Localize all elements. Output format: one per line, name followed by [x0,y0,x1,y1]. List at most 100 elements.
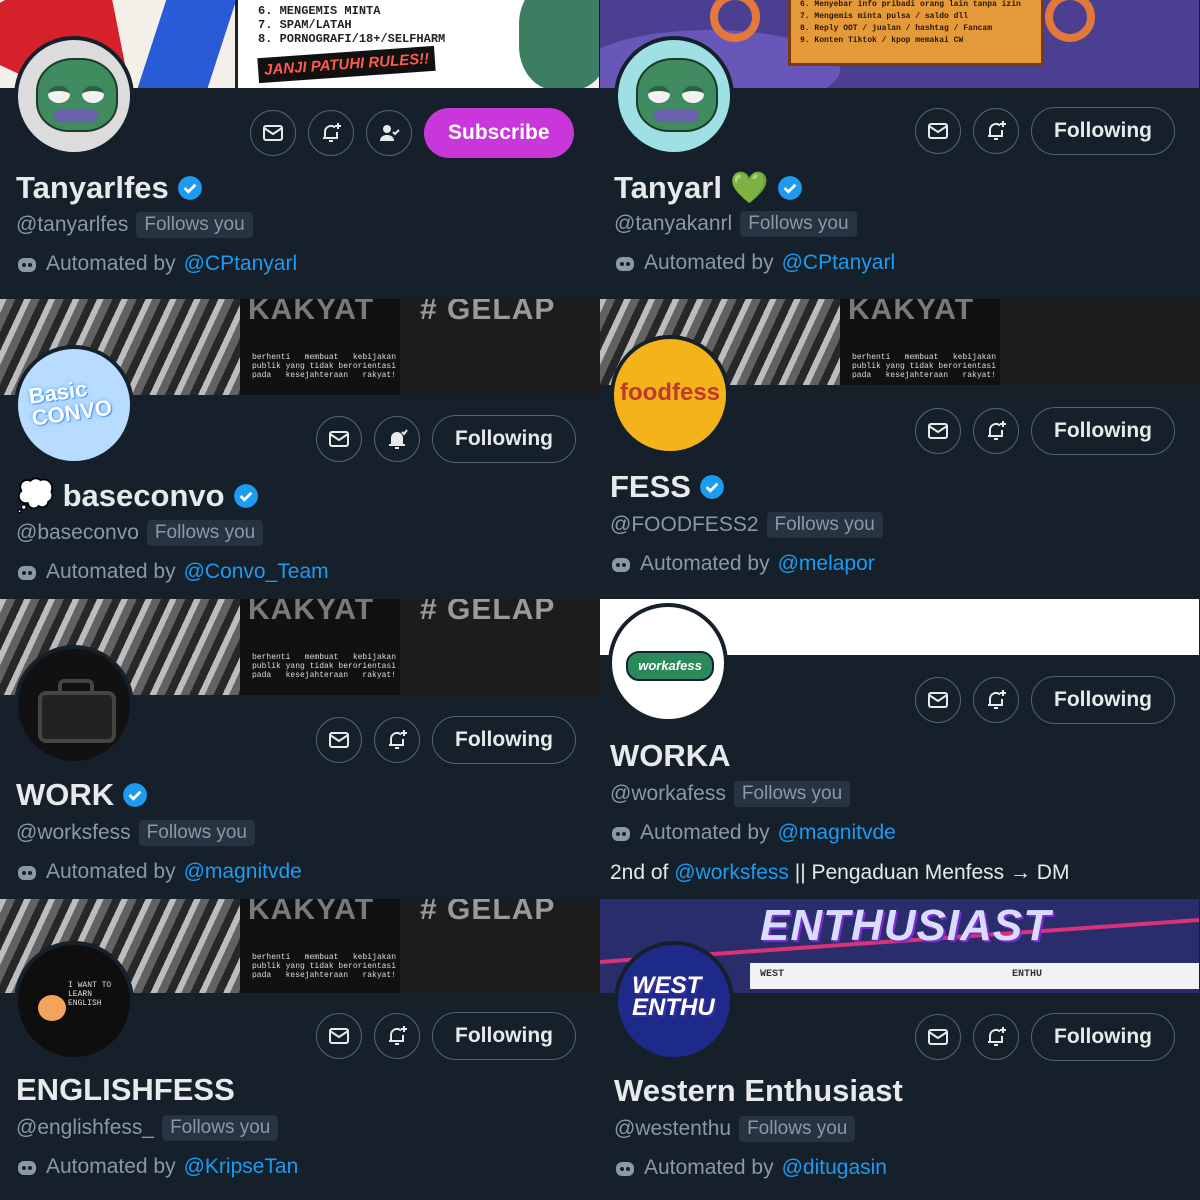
display-name: Western Enthusiast [614,1073,903,1108]
following-button[interactable]: Following [1031,1013,1175,1061]
profile-actions: Following [915,407,1175,455]
bot-icon [612,827,630,841]
profile-actions: Following [915,1013,1175,1061]
mail-icon [928,123,948,139]
profile-actions: Following [316,415,576,463]
bot-icon [18,866,36,880]
avatar[interactable]: foodfess [610,335,730,455]
automated-label: Automated by @CPtanyarl [16,252,297,276]
message-button[interactable] [316,416,362,462]
display-name: WORK [16,777,148,813]
following-button[interactable]: Following [432,415,576,463]
notifications-button[interactable] [973,408,1019,454]
message-button[interactable] [316,717,362,763]
message-button[interactable] [250,110,296,156]
notifications-button[interactable] [374,416,420,462]
bot-icon [616,1162,634,1176]
mail-icon [329,431,349,447]
verified-badge-icon [123,783,148,807]
avatar[interactable]: Basic CONVO [14,345,134,465]
profile-card-western-enthusiast: ENTHUSIAST WEST ENTHU WEST ENTHU Followi… [600,899,1199,1200]
mail-icon [263,125,283,141]
profile-card-work: KAKYAT # GELAP berhenti membuat kebijaka… [0,599,599,898]
automated-label: Automated by @magnitvde [16,860,302,884]
automated-by-link[interactable]: @ditugasin [782,1156,887,1180]
message-button[interactable] [915,108,961,154]
handle: @worksfess [16,821,131,844]
bot-icon [18,258,36,272]
bio-mention-link[interactable]: @worksfess [674,861,789,884]
notification-bell-icon [988,121,1006,140]
automated-by-link[interactable]: @magnitvde [184,860,302,884]
notification-bell-icon [389,429,408,449]
automated-label: Automated by @CPtanyarl [614,251,895,275]
profile-card-worka: workafess Following WORKA @workafess Fol… [600,599,1199,898]
avatar[interactable] [14,645,134,765]
display-name: WORKA [610,738,731,773]
automated-label: Automated by @melapor [610,552,875,576]
avatar[interactable]: WEST ENTHU [614,941,734,1061]
automated-label: Automated by @KripseTan [16,1155,298,1179]
following-status-button[interactable] [366,110,412,156]
profile-actions: Following [915,107,1175,155]
follows-you-badge: Follows you [739,1116,856,1142]
handle: @FOODFESS2 [610,513,759,536]
handle-row: @worksfess Follows you [16,820,255,846]
following-button[interactable]: Following [432,716,576,764]
following-button[interactable]: Following [1031,676,1175,724]
avatar[interactable]: workafess [608,603,728,723]
notifications-button[interactable] [973,677,1019,723]
following-button[interactable]: Following [432,1012,576,1060]
profile-card-fess: KAKYAT berhenti membuat kebijakan publik… [600,299,1199,598]
automated-by-link[interactable]: @Convo_Team [184,560,329,584]
notification-bell-icon [389,1026,407,1045]
handle: @englishfess_ [16,1116,155,1139]
avatar[interactable] [14,36,134,156]
display-name: Tanyarlfes [16,170,203,206]
follows-you-badge: Follows you [136,212,253,238]
subscribe-button[interactable]: Subscribe [424,108,574,158]
notifications-button[interactable] [374,1013,420,1059]
automated-by-link[interactable]: @CPtanyarl [184,252,298,276]
avatar[interactable] [614,36,734,156]
avatar[interactable]: I WANT TO LEARN ENGLISH [14,941,134,1061]
verified-badge-icon [700,475,724,499]
handle: @westenthu [614,1117,732,1140]
mail-icon [928,423,948,439]
automated-label: Automated by @magnitvde [610,821,896,845]
handle-row: @westenthu Follows you [614,1116,856,1142]
message-button[interactable] [915,408,961,454]
notification-bell-icon [988,1027,1006,1046]
follows-you-badge: Follows you [138,820,255,846]
message-button[interactable] [316,1013,362,1059]
notifications-button[interactable] [308,110,354,156]
bot-icon [616,257,634,271]
follows-you-badge: Follows you [740,211,857,237]
bio: 2nd of @worksfess || Pengaduan Menfess →… [610,861,1070,884]
handle-row: @FOODFESS2 Follows you [610,512,883,538]
automated-by-link[interactable]: @melapor [778,552,875,576]
display-name: FESS [610,469,725,505]
profile-actions: Following [316,716,576,764]
message-button[interactable] [915,677,961,723]
mail-icon [329,1028,349,1044]
bot-icon [18,566,36,580]
following-button[interactable]: Following [1031,107,1175,155]
automated-by-link[interactable]: @magnitvde [778,821,896,845]
display-name: ENGLISHFESS [16,1072,235,1107]
verified-badge-icon [233,483,258,508]
automated-by-link[interactable]: @CPtanyarl [782,251,896,275]
message-button[interactable] [915,1014,961,1060]
notifications-button[interactable] [973,1014,1019,1060]
handle-row: @englishfess_ Follows you [16,1115,279,1141]
handle-row: @baseconvo Follows you [16,520,264,546]
following-button[interactable]: Following [1031,407,1175,455]
follows-you-badge: Follows you [766,512,883,538]
mail-icon [329,732,349,748]
follows-you-badge: Follows you [162,1115,279,1141]
notifications-button[interactable] [374,717,420,763]
automated-by-link[interactable]: @KripseTan [184,1155,299,1179]
handle-row: @tanyarlfes Follows you [16,212,253,238]
handle: @workafess [610,782,726,805]
notifications-button[interactable] [973,108,1019,154]
